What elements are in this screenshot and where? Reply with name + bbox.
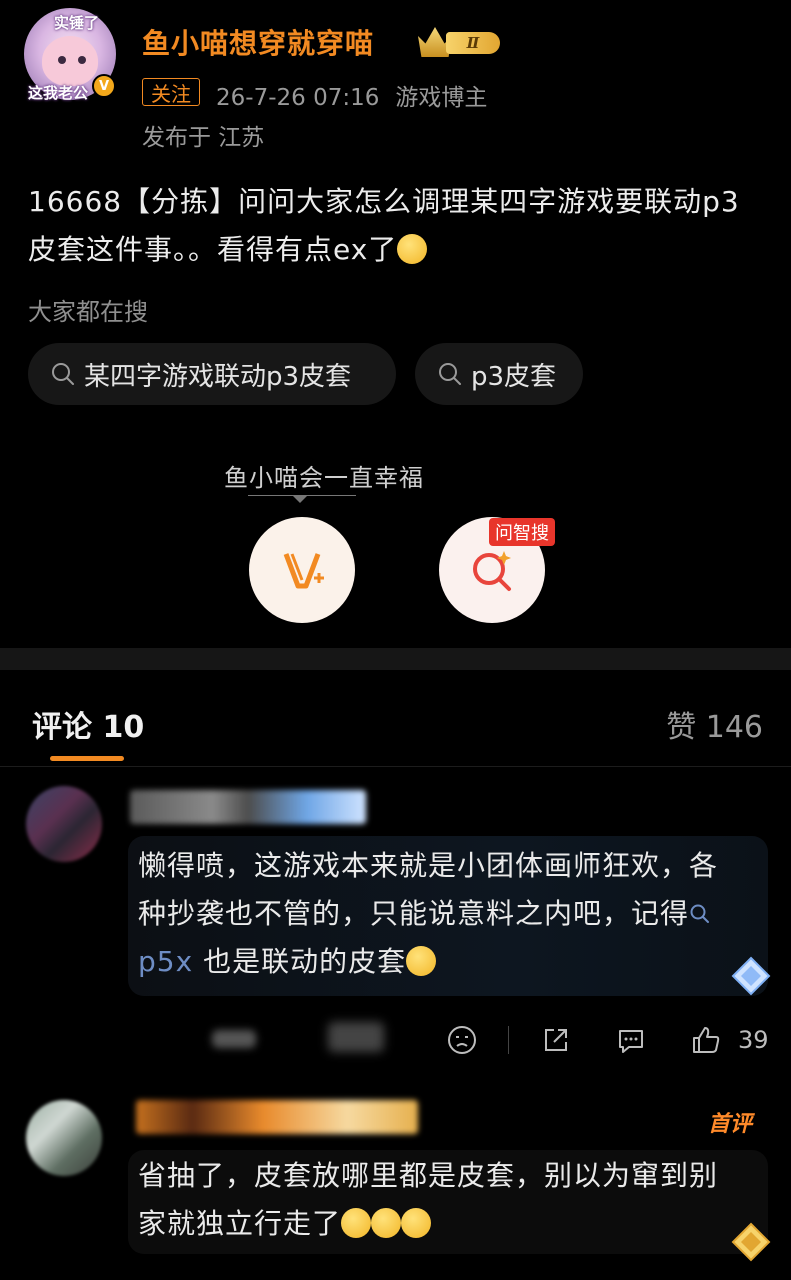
active-tab-indicator xyxy=(50,756,124,761)
row-gap xyxy=(0,1076,791,1090)
sleepy-emoji-icon xyxy=(371,1208,402,1238)
comment-icon[interactable] xyxy=(615,1024,647,1056)
tab-comments[interactable]: 评论 10 xyxy=(32,702,144,746)
post-meta: 26-7-26 07:16 游戏博主 xyxy=(216,78,487,112)
comment-text-part: 懒得喷，这游戏本来就是小团体画师狂欢，各种抄袭也不管的，只能说意料之内吧，记得 xyxy=(138,849,719,930)
comment-text-part: 也是联动的皮套 xyxy=(193,945,407,978)
post-timestamp: 26-7-26 07:16 xyxy=(216,85,380,111)
author-role: 游戏博主 xyxy=(395,85,488,111)
comment-actions: 39 xyxy=(0,1016,791,1066)
share-icon[interactable] xyxy=(540,1024,572,1056)
search-icon xyxy=(690,904,710,923)
avatar-eye-right xyxy=(78,56,86,64)
search-chip[interactable]: 某四字游戏联动p3皮套 xyxy=(28,343,396,405)
search-icon xyxy=(52,363,74,385)
blurred-meta xyxy=(328,1022,384,1052)
sleepy-emoji-icon xyxy=(341,1208,372,1238)
search-chip[interactable]: p3皮套 xyxy=(415,343,583,405)
post-location: 发布于 江苏 xyxy=(142,125,265,151)
verified-badge: V xyxy=(92,74,116,98)
search-link-label: p5x xyxy=(138,945,194,978)
ai-search-tag: 问智搜 xyxy=(489,518,555,546)
like-icon[interactable] xyxy=(690,1024,722,1056)
author-username[interactable]: 鱼小喵想穿就穿喵 xyxy=(142,22,374,62)
laugh-cry-emoji-icon xyxy=(406,946,437,976)
v-plus-button[interactable] xyxy=(249,517,355,623)
tab-likes[interactable]: 赞 146 xyxy=(666,702,763,746)
ai-search-icon xyxy=(473,551,511,591)
search-icon xyxy=(439,363,461,385)
actions-separator xyxy=(508,1026,509,1054)
search-hint-label: 大家都在搜 xyxy=(28,298,148,326)
level-badge: Ⅱ xyxy=(418,25,500,59)
commenter-name-blurred[interactable] xyxy=(136,1100,418,1134)
comment-text: 懒得喷，这游戏本来就是小团体画师狂欢，各种抄袭也不管的，只能说意料之内吧，记得 p… xyxy=(138,842,738,986)
blurred-meta xyxy=(212,1030,256,1048)
avatar-eye-left xyxy=(58,56,66,64)
first-comment-badge: 首评 xyxy=(708,1111,753,1137)
avatar-face xyxy=(42,36,98,86)
post-text: 16668【分拣】问问大家怎么调理某四字游戏要联动p3皮套这件事。。看得有点ex… xyxy=(28,185,740,266)
post-content: 16668【分拣】问问大家怎么调理某四字游戏要联动p3皮套这件事。。看得有点ex… xyxy=(28,178,768,274)
avatar-caption-bottom: 这我老公 xyxy=(28,84,89,102)
sleepy-emoji-icon xyxy=(401,1208,432,1238)
v-plus-icon xyxy=(283,553,324,589)
level-badge-text: Ⅱ xyxy=(446,32,500,54)
commenter-avatar[interactable] xyxy=(26,786,102,862)
tabs-separator xyxy=(0,766,791,767)
greeting-bubble: 鱼小喵会一直幸福 xyxy=(224,464,424,492)
bubble-pointer xyxy=(292,495,308,503)
search-chip-label: p3皮套 xyxy=(471,361,557,392)
section-divider xyxy=(0,648,791,670)
comment-text: 省抽了，皮套放哪里都是皮套，别以为窜到别家就独立行走了 xyxy=(138,1152,738,1248)
commenter-avatar[interactable] xyxy=(26,1100,102,1176)
like-count: 39 xyxy=(738,1026,769,1054)
diamond-icon xyxy=(731,956,771,996)
commenter-name-blurred[interactable] xyxy=(130,790,366,824)
smile-emoji-icon xyxy=(397,234,428,264)
follow-button[interactable]: 关注 xyxy=(142,78,200,106)
avatar-caption-top: 实锤了 xyxy=(54,14,100,32)
crown-badge-icon xyxy=(731,1222,771,1262)
emoji-icon[interactable] xyxy=(446,1024,478,1056)
search-chip-label: 某四字游戏联动p3皮套 xyxy=(84,361,352,392)
